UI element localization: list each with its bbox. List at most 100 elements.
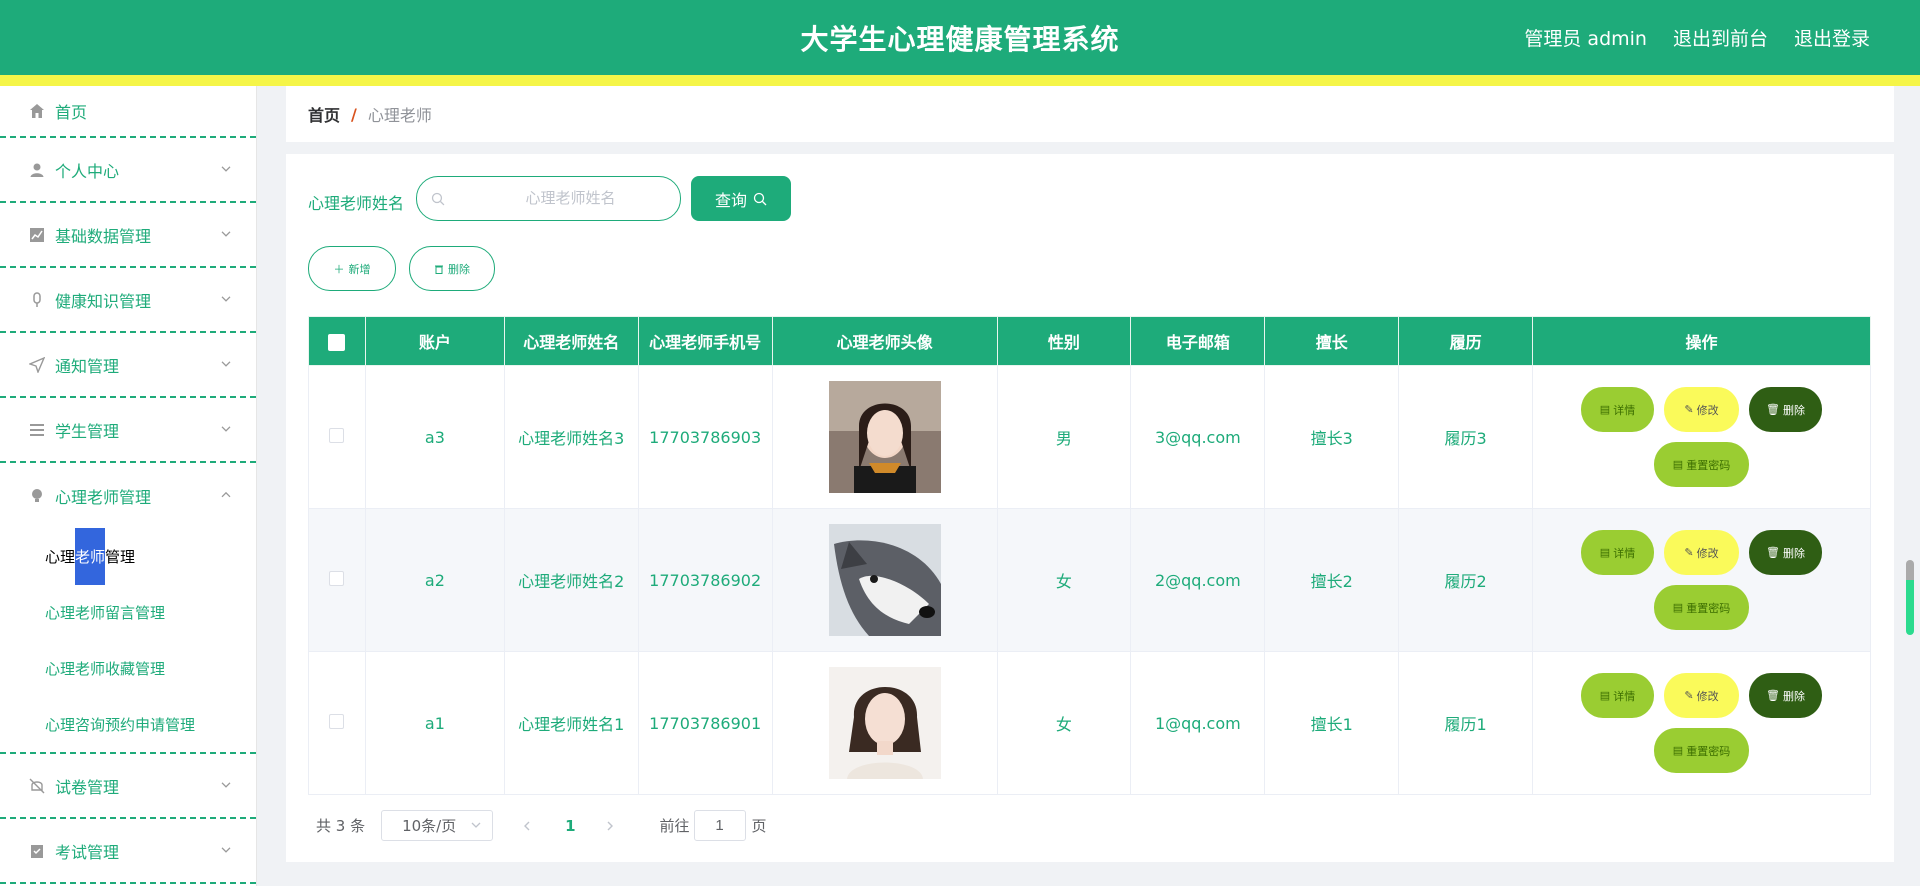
select-all-checkbox[interactable]	[328, 333, 346, 351]
scrollbar[interactable]	[1906, 560, 1914, 635]
trash-icon	[435, 265, 443, 274]
reset-password-button[interactable]: ▤ 重置密码	[1654, 585, 1749, 630]
cell-operations: ▤ 详情 ✎ 修改 🗑 删除 ▤ 重置密码	[1532, 508, 1871, 652]
reset-label: 重置密码	[1686, 602, 1731, 615]
exit-to-front-link[interactable]: 退出到前台	[1673, 24, 1768, 51]
cell-gender: 女	[996, 508, 1132, 652]
sidebar-item-home[interactable]: 首页	[0, 86, 256, 138]
chevron-down-icon	[221, 781, 231, 788]
table-row: a3 心理老师姓名3 17703786903 男 3@qq.com 擅长3 履历…	[308, 365, 1871, 509]
cell-gender: 男	[996, 365, 1132, 509]
query-button[interactable]: 查询	[691, 176, 791, 221]
document-icon: ▤	[1599, 547, 1611, 559]
sidebar-item-exam-paper[interactable]: 试卷管理	[0, 754, 256, 819]
avatar[interactable]	[828, 381, 941, 493]
edit-button[interactable]: ✎ 修改	[1664, 673, 1739, 718]
sidebar-item-health-knowledge[interactable]: 健康知识管理	[0, 268, 256, 333]
trash-icon: 🗑	[1766, 404, 1780, 416]
avatar[interactable]	[828, 524, 941, 636]
detail-label: 详情	[1613, 404, 1636, 417]
edit-label: 修改	[1696, 547, 1719, 560]
row-checkbox[interactable]	[329, 427, 345, 443]
cell-name: 心理老师姓名2	[503, 508, 639, 652]
goto-page-input[interactable]	[693, 810, 746, 841]
bulb-icon	[27, 486, 47, 506]
batch-delete-button[interactable]: 删除	[409, 246, 495, 291]
prev-page-button[interactable]	[521, 820, 535, 832]
current-user: 管理员 admin	[1524, 28, 1647, 50]
submenu-item-teacher-message[interactable]: 心理老师留言管理	[0, 584, 256, 640]
sidebar: 首页 个人中心 基础数据管理 健康知识管理 通知管理 学生管理 心理老师管理 心…	[0, 86, 257, 886]
detail-button[interactable]: ▤ 详情	[1581, 387, 1654, 432]
search-input[interactable]	[460, 190, 680, 207]
detail-button[interactable]: ▤ 详情	[1581, 530, 1654, 575]
chart-icon	[27, 225, 47, 245]
teacher-submenu: 心理 老师 管理 心理老师留言管理 心理老师收藏管理 心理咨询预约申请管理	[0, 527, 256, 754]
delete-button[interactable]: 🗑 删除	[1749, 530, 1822, 575]
submenu-item-teacher-favorite[interactable]: 心理老师收藏管理	[0, 640, 256, 696]
cell-resume: 履历2	[1398, 508, 1534, 652]
row-checkbox-cell	[308, 508, 366, 652]
plus-icon: ＋	[333, 263, 345, 276]
cell-phone: 17703786901	[637, 651, 773, 795]
submenu-item-teacher-manage[interactable]: 心理 老师 管理	[0, 527, 256, 585]
detail-label: 详情	[1613, 547, 1636, 560]
edit-button[interactable]: ✎ 修改	[1664, 387, 1739, 432]
sidebar-item-label: 首页	[55, 103, 88, 122]
user-icon	[27, 160, 47, 180]
page-size-value: 10条/页	[402, 817, 457, 835]
sidebar-item-exam[interactable]: 考试管理	[0, 819, 256, 884]
sidebar-item-student[interactable]: 学生管理	[0, 398, 256, 463]
avatar[interactable]	[828, 667, 941, 779]
sidebar-item-label: 健康知识管理	[55, 291, 152, 311]
delete-label: 删除	[1782, 404, 1805, 417]
cell-account: a2	[364, 508, 505, 652]
cell-specialty: 擅长1	[1264, 651, 1400, 795]
cell-name: 心理老师姓名3	[503, 365, 639, 509]
add-button[interactable]: ＋ 新增	[308, 246, 396, 291]
sidebar-item-teacher[interactable]: 心理老师管理	[0, 463, 256, 528]
sidebar-item-profile[interactable]: 个人中心	[0, 138, 256, 203]
column-header: 擅长	[1264, 316, 1400, 366]
document-icon: ▤	[1672, 745, 1684, 757]
total-count: 共 3 条	[316, 817, 366, 835]
submenu-label-part: 心理	[45, 547, 76, 566]
document-icon: ▤	[1672, 459, 1684, 471]
cell-specialty: 擅长2	[1264, 508, 1400, 652]
sidebar-item-basic-data[interactable]: 基础数据管理	[0, 203, 256, 268]
breadcrumb-current: 心理老师	[367, 106, 432, 125]
trash-icon: 🗑	[1766, 547, 1780, 559]
page-number[interactable]: 1	[565, 817, 575, 835]
next-page-button[interactable]	[604, 820, 618, 832]
delete-button[interactable]: 🗑 删除	[1749, 387, 1822, 432]
submenu-label-part: 管理	[105, 547, 136, 566]
delete-button-label: 删除	[448, 263, 470, 276]
breadcrumb-separator: /	[351, 104, 357, 124]
reset-password-button[interactable]: ▤ 重置密码	[1654, 442, 1749, 487]
logout-link[interactable]: 退出登录	[1794, 24, 1870, 51]
cell-operations: ▤ 详情 ✎ 修改 🗑 删除 ▤ 重置密码	[1532, 365, 1871, 509]
sidebar-item-label: 试卷管理	[55, 777, 120, 797]
reset-password-button[interactable]: ▤ 重置密码	[1654, 728, 1749, 773]
select-all-cell	[308, 316, 366, 366]
sidebar-item-label: 个人中心	[55, 161, 120, 181]
delete-button[interactable]: 🗑 删除	[1749, 673, 1822, 718]
breadcrumb-home[interactable]: 首页	[308, 102, 340, 126]
edit-button[interactable]: ✎ 修改	[1664, 530, 1739, 575]
document-icon: ▤	[1672, 602, 1684, 614]
page-size-select[interactable]: 10条/页	[381, 810, 494, 841]
cell-email: 1@qq.com	[1130, 651, 1266, 795]
page-unit-label: 页	[751, 817, 767, 835]
submenu-label-highlight: 老师	[75, 527, 106, 585]
send-icon	[27, 355, 47, 375]
row-checkbox[interactable]	[329, 713, 345, 729]
table-row: a1 心理老师姓名1 17703786901 女 1@qq.com 擅长1 履历…	[308, 651, 1871, 795]
column-header: 履历	[1398, 316, 1534, 366]
row-checkbox[interactable]	[329, 570, 345, 586]
detail-button[interactable]: ▤ 详情	[1581, 673, 1654, 718]
submenu-item-consult-appointment[interactable]: 心理咨询预约申请管理	[0, 696, 256, 752]
sidebar-item-label: 基础数据管理	[55, 226, 152, 246]
search-icon	[431, 192, 445, 205]
chevron-down-icon	[471, 822, 481, 828]
sidebar-item-notice[interactable]: 通知管理	[0, 333, 256, 398]
